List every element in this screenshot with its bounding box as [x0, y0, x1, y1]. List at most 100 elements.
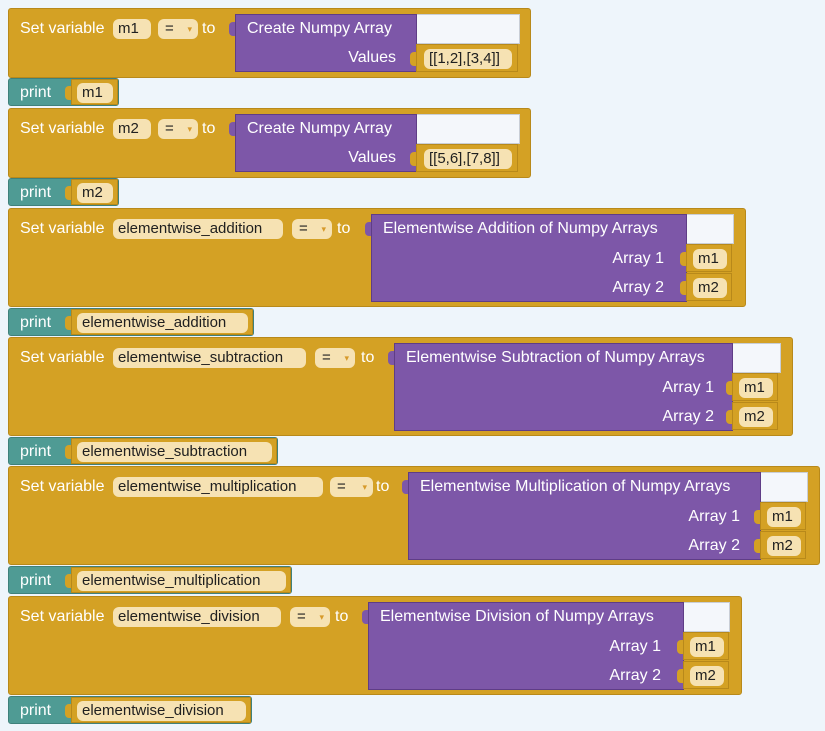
print-variable-field[interactable]: m1 [77, 83, 113, 103]
array1-input-block[interactable]: m1 [726, 373, 778, 401]
input-connector [754, 510, 760, 524]
print-input-block[interactable]: m2 [65, 179, 118, 205]
function-label: Elementwise Multiplication of Numpy Arra… [420, 478, 731, 495]
input-connector [65, 574, 71, 588]
values-label: Values [348, 149, 396, 166]
input-connector [362, 610, 368, 624]
array1-variable-field[interactable]: m1 [690, 637, 724, 657]
create-numpy-array-block-m2[interactable]: Create Numpy Array Values [229, 114, 417, 172]
empty-slot [686, 214, 734, 244]
values-field[interactable]: [[1,2],[3,4]] [424, 49, 512, 69]
assign-operator-dropdown[interactable]: = ▾ [315, 348, 355, 368]
variable-name-field[interactable]: elementwise_subtraction [113, 348, 306, 368]
print-label: print [20, 314, 52, 331]
dropdown-arrow-icon: ▾ [187, 24, 192, 34]
variable-name-field[interactable]: m2 [113, 119, 151, 139]
dropdown-arrow-icon: ▾ [362, 482, 367, 492]
array2-input-block[interactable]: m2 [677, 661, 729, 689]
to-label: to [361, 349, 375, 366]
variable-name-field[interactable]: m1 [113, 19, 151, 39]
to-label: to [202, 120, 216, 137]
array2-variable-field[interactable]: m2 [767, 536, 801, 556]
equals-sign: = [165, 20, 174, 37]
array1-variable-field[interactable]: m1 [739, 378, 773, 398]
array2-input-block[interactable]: m2 [726, 402, 778, 430]
input-connector [754, 539, 760, 553]
variable-name-field[interactable]: elementwise_addition [113, 219, 283, 239]
function-label: Elementwise Subtraction of Numpy Arrays [406, 349, 705, 366]
array1-input-block[interactable]: m1 [680, 244, 732, 272]
input-connector [726, 381, 732, 395]
variable-name-field[interactable]: elementwise_division [113, 607, 281, 627]
array1-input-block[interactable]: m1 [677, 632, 729, 660]
function-label: Create Numpy Array [247, 120, 392, 137]
print-variable-field[interactable]: elementwise_multiplication [77, 571, 286, 591]
empty-slot [683, 602, 730, 632]
function-label: Elementwise Division of Numpy Arrays [380, 608, 654, 625]
print-variable-field[interactable]: elementwise_subtraction [77, 442, 272, 462]
array1-label: Array 1 [688, 508, 740, 525]
dropdown-arrow-icon: ▾ [319, 612, 324, 622]
array2-variable-field[interactable]: m2 [739, 407, 773, 427]
dropdown-arrow-icon: ▾ [321, 224, 326, 234]
input-connector [677, 669, 683, 683]
empty-slot [732, 343, 781, 373]
dropdown-arrow-icon: ▾ [344, 353, 349, 363]
to-label: to [335, 608, 349, 625]
elementwise-division-block[interactable]: Elementwise Division of Numpy Arrays Arr… [362, 602, 684, 690]
variable-name-field[interactable]: elementwise_multiplication [113, 477, 323, 497]
input-connector [402, 480, 408, 494]
input-connector [65, 186, 71, 200]
array2-input-block[interactable]: m2 [680, 273, 732, 301]
print-input-block[interactable]: elementwise_multiplication [65, 567, 291, 593]
dropdown-arrow-icon: ▾ [187, 124, 192, 134]
values-field[interactable]: [[5,6],[7,8]] [424, 149, 512, 169]
array2-variable-field[interactable]: m2 [690, 666, 724, 686]
input-connector [677, 640, 683, 654]
equals-sign: = [297, 608, 306, 625]
assign-operator-dropdown[interactable]: = ▾ [292, 219, 332, 239]
array2-input-block[interactable]: m2 [754, 531, 806, 559]
array1-variable-field[interactable]: m1 [767, 507, 801, 527]
assign-operator-dropdown[interactable]: = ▾ [158, 19, 198, 39]
array1-label: Array 1 [662, 379, 714, 396]
elementwise-multiplication-block[interactable]: Elementwise Multiplication of Numpy Arra… [402, 472, 761, 560]
set-variable-label: Set variable [20, 20, 105, 37]
to-label: to [376, 478, 390, 495]
elementwise-addition-block[interactable]: Elementwise Addition of Numpy Arrays Arr… [365, 214, 687, 302]
values-input-block[interactable]: [[5,6],[7,8]] [410, 144, 518, 172]
array2-variable-field[interactable]: m2 [693, 278, 727, 298]
print-input-block[interactable]: elementwise_addition [65, 309, 253, 335]
input-connector [65, 704, 71, 718]
input-connector [388, 351, 394, 365]
array1-input-block[interactable]: m1 [754, 502, 806, 530]
print-variable-field[interactable]: elementwise_addition [77, 313, 248, 333]
assign-operator-dropdown[interactable]: = ▾ [290, 607, 330, 627]
array1-label: Array 1 [612, 250, 664, 267]
array2-label: Array 2 [662, 408, 714, 425]
values-input-block[interactable]: [[1,2],[3,4]] [410, 44, 518, 72]
print-label: print [20, 572, 52, 589]
empty-slot [416, 114, 520, 144]
print-label: print [20, 443, 52, 460]
print-input-block[interactable]: elementwise_subtraction [65, 438, 277, 464]
input-connector [410, 52, 416, 66]
empty-slot [416, 14, 520, 44]
print-input-block[interactable]: elementwise_division [65, 697, 251, 723]
assign-operator-dropdown[interactable]: = ▾ [158, 119, 198, 139]
input-connector [726, 410, 732, 424]
equals-sign: = [322, 349, 331, 366]
print-input-block[interactable]: m1 [65, 79, 118, 105]
array2-label: Array 2 [688, 537, 740, 554]
array2-label: Array 2 [612, 279, 664, 296]
input-connector [680, 252, 686, 266]
elementwise-subtraction-block[interactable]: Elementwise Subtraction of Numpy Arrays … [388, 343, 733, 431]
print-variable-field[interactable]: elementwise_division [77, 701, 246, 721]
equals-sign: = [337, 478, 346, 495]
input-connector [680, 281, 686, 295]
create-numpy-array-block-m1[interactable]: Create Numpy Array Values [229, 14, 417, 72]
array1-label: Array 1 [609, 638, 661, 655]
assign-operator-dropdown[interactable]: = ▾ [330, 477, 373, 497]
print-variable-field[interactable]: m2 [77, 183, 113, 203]
array1-variable-field[interactable]: m1 [693, 249, 727, 269]
